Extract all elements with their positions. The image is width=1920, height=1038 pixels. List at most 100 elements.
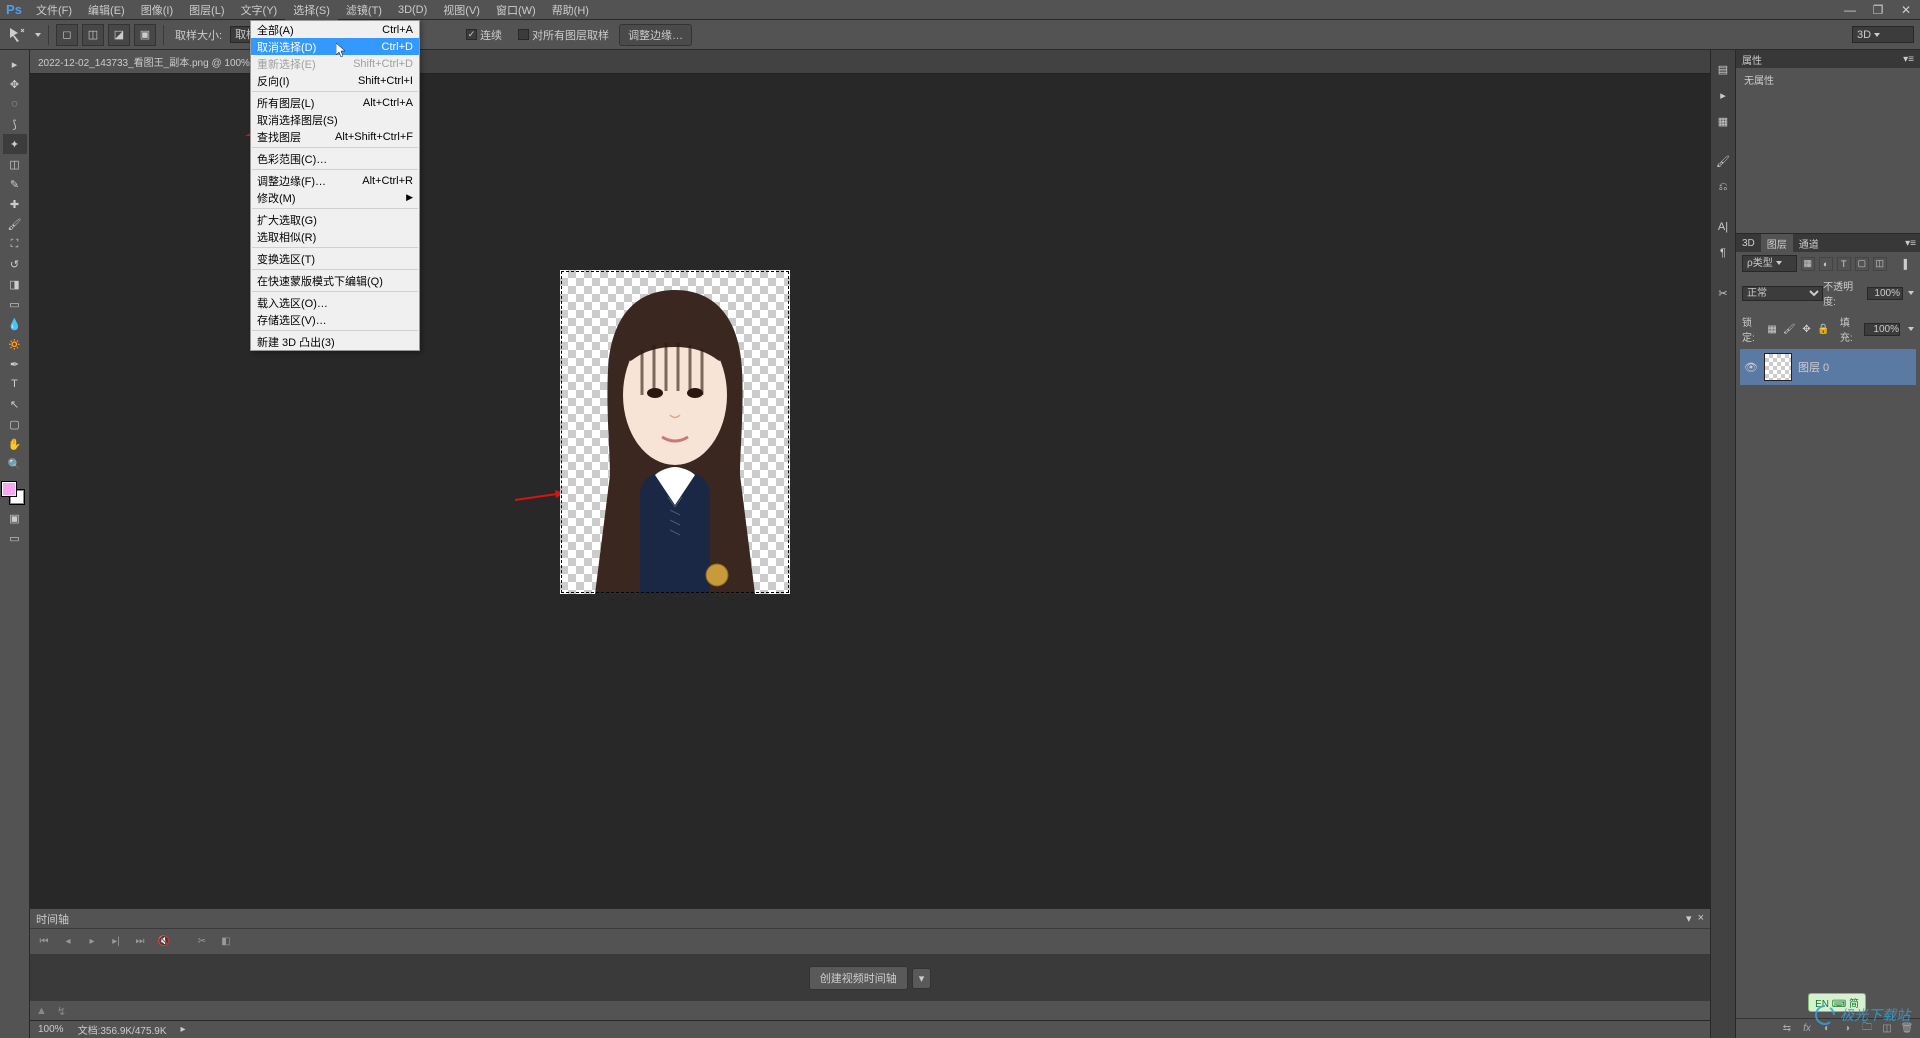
- layer-name[interactable]: 图层 0: [1798, 359, 1829, 375]
- menu-quick-mask[interactable]: 在快速蒙版模式下编辑(Q): [251, 272, 419, 289]
- character-panel-icon[interactable]: A|: [1712, 216, 1734, 238]
- quick-mask-icon[interactable]: ▣: [3, 508, 27, 528]
- swatches-panel-icon[interactable]: ▦: [1712, 110, 1734, 132]
- hand-tool[interactable]: ✋: [3, 434, 27, 454]
- tl-play-icon[interactable]: ▸: [84, 934, 100, 950]
- panel-collapse-icon[interactable]: ▾: [1686, 912, 1692, 925]
- history-panel-icon[interactable]: ▤: [1712, 58, 1734, 80]
- tl-first-frame-icon[interactable]: ⏮: [36, 934, 52, 950]
- layer-filter-type[interactable]: ρ类型: [1742, 255, 1797, 272]
- tl-last-frame-icon[interactable]: ⏭: [132, 934, 148, 950]
- brush-presets-icon[interactable]: ⎌: [1712, 176, 1734, 198]
- menu-reselect[interactable]: 重新选择(E)Shift+Ctrl+D: [251, 55, 419, 72]
- menu-image[interactable]: 图像(I): [133, 0, 181, 21]
- tab-layers[interactable]: 图层: [1761, 234, 1793, 253]
- menu-deselect-layers[interactable]: 取消选择图层(S): [251, 111, 419, 128]
- tl-split-icon[interactable]: ✂: [194, 934, 210, 950]
- dodge-tool[interactable]: 🔅: [3, 334, 27, 354]
- layer-item[interactable]: 👁 图层 0: [1740, 349, 1916, 385]
- screen-mode-icon[interactable]: ▭: [3, 528, 27, 548]
- filter-pixel-icon[interactable]: ▦: [1801, 257, 1815, 271]
- magic-wand-tool[interactable]: ✦: [3, 134, 27, 154]
- lock-transparency-icon[interactable]: ▦: [1766, 322, 1778, 336]
- lasso-tool[interactable]: ⟆: [3, 114, 27, 134]
- brush-panel-icon[interactable]: 🖌: [1712, 150, 1734, 172]
- render-mode-select[interactable]: 3D: [1852, 26, 1914, 43]
- eyedropper-tool[interactable]: ✎: [3, 174, 27, 194]
- layer-fx-icon[interactable]: fx: [1800, 1022, 1814, 1036]
- menu-select[interactable]: 选择(S): [285, 0, 338, 21]
- opacity-slider-icon[interactable]: [1905, 288, 1914, 299]
- create-timeline-dropdown[interactable]: ▾: [912, 968, 932, 989]
- foreground-color-swatch[interactable]: [2, 482, 16, 496]
- panel-menu-icon[interactable]: ▾≡: [1903, 54, 1914, 65]
- all-layers-checkbox[interactable]: 对所有图层取样: [518, 27, 609, 43]
- crop-tool[interactable]: ◫: [3, 154, 27, 174]
- continuous-checkbox[interactable]: ✓ 连续: [466, 27, 502, 43]
- pen-tool[interactable]: ✒: [3, 354, 27, 374]
- tab-channels[interactable]: 通道: [1793, 234, 1825, 253]
- menu-view[interactable]: 视图(V): [435, 0, 488, 21]
- menu-load-selection[interactable]: 载入选区(O)…: [251, 294, 419, 311]
- menu-file[interactable]: 文件(F): [28, 0, 80, 21]
- lock-position-icon[interactable]: ✥: [1801, 322, 1813, 336]
- menu-window[interactable]: 窗口(W): [488, 0, 544, 21]
- menu-help[interactable]: 帮助(H): [544, 0, 597, 21]
- paragraph-panel-icon[interactable]: ¶: [1712, 242, 1734, 264]
- layer-thumbnail[interactable]: [1764, 353, 1792, 381]
- menu-save-selection[interactable]: 存储选区(V)…: [251, 311, 419, 328]
- filter-toggle-icon[interactable]: ▌: [1900, 257, 1914, 271]
- menu-all-layers[interactable]: 所有图层(L)Alt+Ctrl+A: [251, 94, 419, 111]
- filter-adjust-icon[interactable]: ◐: [1819, 257, 1833, 271]
- menu-select-all[interactable]: 全部(A)Ctrl+A: [251, 21, 419, 38]
- document-canvas[interactable]: [560, 270, 790, 594]
- shape-tool[interactable]: ▢: [3, 414, 27, 434]
- type-tool[interactable]: T: [3, 374, 27, 394]
- menu-deselect[interactable]: 取消选择(D)Ctrl+D: [251, 38, 419, 55]
- zoom-tool[interactable]: 🔍: [3, 454, 27, 474]
- window-minimize[interactable]: —: [1836, 0, 1864, 20]
- select-new-icon[interactable]: ◻: [56, 24, 78, 46]
- path-selection-tool[interactable]: ↖: [3, 394, 27, 414]
- zoom-level[interactable]: 100%: [38, 1024, 64, 1035]
- create-video-timeline-button[interactable]: 创建视频时间轴: [809, 966, 908, 990]
- tool-preset-dropdown[interactable]: [32, 29, 41, 41]
- status-arrow-icon[interactable]: ▸: [181, 1024, 186, 1035]
- select-add-icon[interactable]: ◫: [82, 24, 104, 46]
- filter-shape-icon[interactable]: ▢: [1855, 257, 1869, 271]
- menu-inverse[interactable]: 反向(I)Shift+Ctrl+I: [251, 72, 419, 89]
- move-tool[interactable]: ✥: [3, 74, 27, 94]
- panel-menu-icon[interactable]: ▾≡: [1901, 238, 1920, 249]
- filter-type-icon[interactable]: T: [1837, 257, 1851, 271]
- stamp-tool[interactable]: ⛶: [3, 234, 27, 254]
- select-subtract-icon[interactable]: ◪: [108, 24, 130, 46]
- blend-mode-select[interactable]: 正常: [1742, 286, 1823, 301]
- menu-similar[interactable]: 选取相似(R): [251, 228, 419, 245]
- menu-type[interactable]: 文字(Y): [233, 0, 286, 21]
- eraser-tool[interactable]: ◨: [3, 274, 27, 294]
- refine-edge-button[interactable]: 调整边缘…: [619, 24, 692, 46]
- actions-panel-icon[interactable]: ▸: [1712, 84, 1734, 106]
- blur-tool[interactable]: 💧: [3, 314, 27, 334]
- color-swatches[interactable]: [0, 482, 29, 508]
- menu-edit[interactable]: 编辑(E): [80, 0, 133, 21]
- menu-refine-edge[interactable]: 调整边缘(F)…Alt+Ctrl+R: [251, 172, 419, 189]
- opacity-input[interactable]: [1867, 287, 1903, 300]
- window-maximize[interactable]: ❐: [1864, 0, 1892, 20]
- collapse-icon[interactable]: ▸: [3, 54, 27, 74]
- layer-visibility-icon[interactable]: 👁: [1744, 361, 1758, 374]
- gradient-tool[interactable]: ▭: [3, 294, 27, 314]
- healing-brush-tool[interactable]: ✚: [3, 194, 27, 214]
- tab-3d[interactable]: 3D: [1736, 236, 1761, 251]
- menu-transform-selection[interactable]: 变换选区(T): [251, 250, 419, 267]
- menu-3d[interactable]: 3D(D): [390, 1, 435, 19]
- fill-input[interactable]: [1864, 323, 1900, 336]
- tl-prev-frame-icon[interactable]: ◂: [60, 934, 76, 950]
- menu-find-layers[interactable]: 查找图层Alt+Shift+Ctrl+F: [251, 128, 419, 145]
- menu-filter[interactable]: 滤镜(T): [338, 0, 390, 21]
- marquee-tool[interactable]: ◌: [3, 94, 27, 114]
- styles-panel-icon[interactable]: ✂: [1712, 282, 1734, 304]
- fill-slider-icon[interactable]: [1905, 324, 1914, 335]
- properties-panel-header[interactable]: 属性 ▾≡: [1736, 50, 1920, 68]
- link-layers-icon[interactable]: ⇆: [1780, 1022, 1794, 1036]
